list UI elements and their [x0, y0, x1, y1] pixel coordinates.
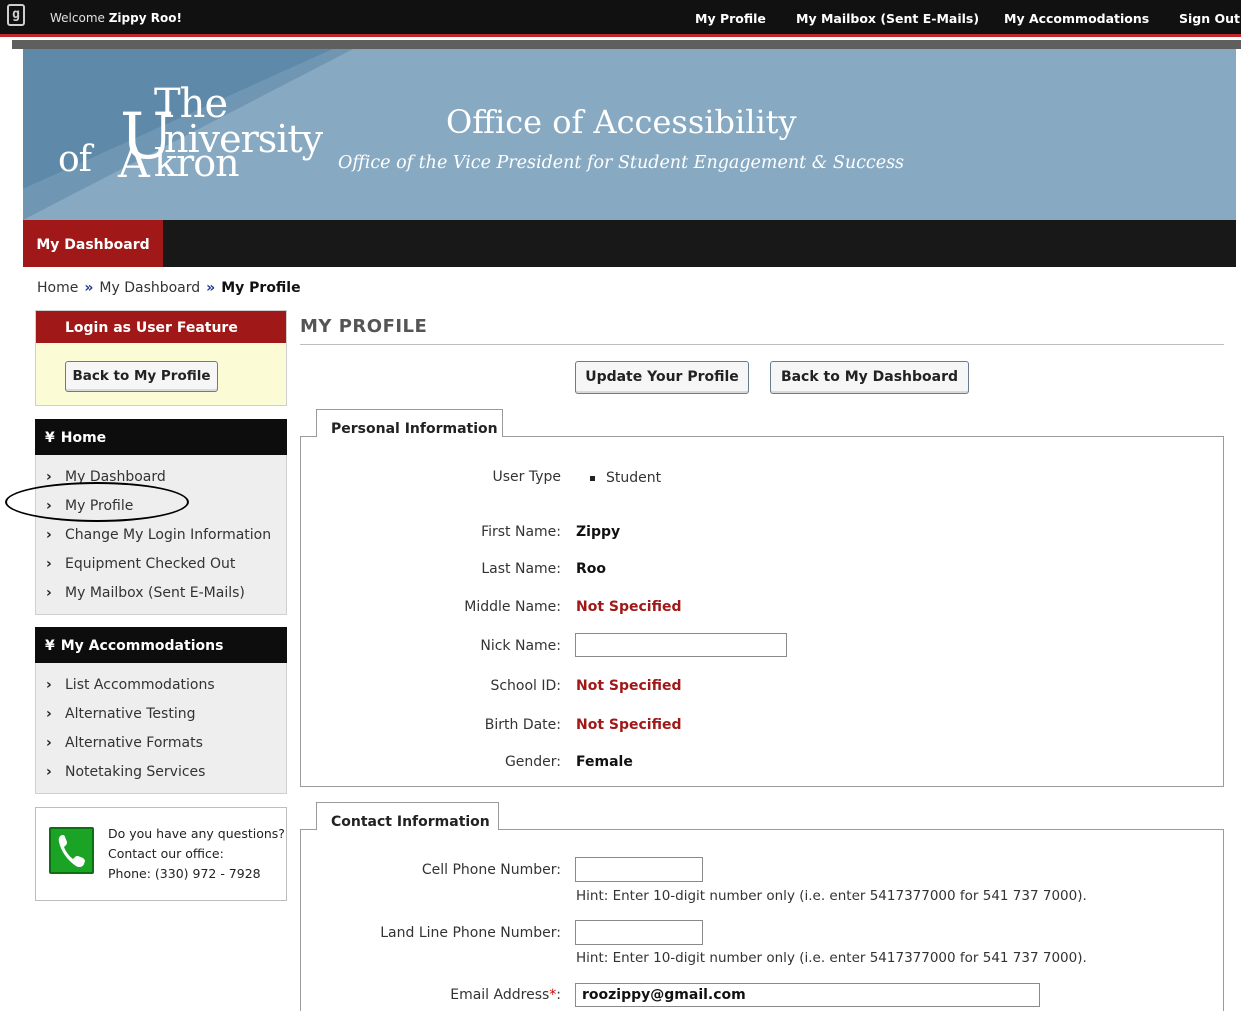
middle-name-label: Middle Name:: [464, 599, 561, 615]
accommodations-menu-header[interactable]: ¥ My Accommodations: [35, 627, 287, 663]
double-chevron-down-icon: ¥: [45, 430, 55, 446]
breadcrumb-separator-icon: »: [84, 280, 94, 296]
last-name-value: Roo: [576, 561, 607, 577]
land-line-label: Land Line Phone Number:: [380, 925, 561, 941]
office-phone-number: Phone: (330) 972 - 7928: [108, 866, 261, 881]
middle-name-value: Not Specified: [576, 599, 682, 615]
top-link-my-mailbox[interactable]: My Mailbox (Sent E-Mails): [796, 11, 979, 26]
chevron-right-icon: ›: [46, 735, 52, 751]
back-to-my-dashboard-button[interactable]: Back to My Dashboard: [770, 361, 969, 394]
office-subtitle: Office of the Vice President for Student…: [338, 153, 905, 173]
welcome-message: Welcome Zippy Roo!: [50, 11, 182, 25]
nick-name-input[interactable]: [575, 633, 787, 657]
chevron-right-icon: ›: [46, 498, 52, 514]
top-link-my-accommodations[interactable]: My Accommodations: [1004, 11, 1149, 26]
personal-information-section: [300, 436, 1224, 787]
user-name: Zippy Roo!: [108, 11, 182, 25]
accommodations-menu-list: › List Accommodations › Alternative Testin…: [35, 663, 287, 794]
contact-text: Do you have any questions? Contact our o…: [108, 824, 285, 884]
birth-date-value: Not Specified: [576, 717, 682, 733]
top-link-sign-out[interactable]: Sign Out: [1179, 11, 1240, 26]
chevron-right-icon: ›: [46, 706, 52, 722]
user-type-label: User Type: [492, 469, 561, 485]
sidebar-item-my-profile[interactable]: › My Profile: [36, 492, 286, 521]
breadcrumb-dashboard[interactable]: My Dashboard: [99, 280, 200, 296]
cell-phone-label: Cell Phone Number:: [421, 862, 561, 878]
app-logo-icon[interactable]: g: [7, 4, 25, 26]
header-divider-strip: [12, 40, 1241, 49]
top-bar: g Welcome Zippy Roo! My Profile My Mailb…: [0, 0, 1241, 37]
sidebar-item-my-dashboard[interactable]: › My Dashboard: [36, 463, 286, 492]
chevron-right-icon: ›: [46, 677, 52, 693]
personal-information-title: Personal Information: [316, 409, 503, 437]
page-title: MY PROFILE: [300, 316, 428, 337]
sidebar-item-alternative-formats[interactable]: › Alternative Formats: [36, 729, 286, 758]
first-name-label: First Name:: [481, 524, 561, 540]
update-your-profile-button[interactable]: Update Your Profile: [575, 361, 749, 394]
nav-tab-my-dashboard[interactable]: My Dashboard: [23, 220, 163, 267]
land-line-hint: Hint: Enter 10-digit number only (i.e. e…: [576, 950, 1087, 966]
home-menu-header[interactable]: ¥ Home: [35, 419, 287, 455]
back-to-my-profile-button[interactable]: Back to My Profile: [65, 361, 218, 392]
banner: The U niversity of A kron Office of Acce…: [23, 49, 1236, 220]
gender-value: Female: [576, 754, 633, 770]
cell-phone-hint: Hint: Enter 10-digit number only (i.e. e…: [576, 888, 1087, 904]
main-nav: My Dashboard: [23, 220, 1236, 267]
welcome-prefix: Welcome: [50, 11, 105, 25]
top-link-my-profile[interactable]: My Profile: [695, 11, 766, 26]
sidebar-item-alternative-testing[interactable]: › Alternative Testing: [36, 700, 286, 729]
breadcrumb-current: My Profile: [221, 280, 301, 296]
chevron-right-icon: ›: [46, 556, 52, 572]
email-input[interactable]: [575, 983, 1040, 1007]
contact-information-title: Contact Information: [316, 802, 499, 830]
birth-date-label: Birth Date:: [484, 717, 561, 733]
cell-phone-input[interactable]: [575, 857, 703, 882]
sidebar-item-notetaking[interactable]: › Notetaking Services: [36, 758, 286, 787]
double-chevron-down-icon: ¥: [45, 638, 55, 654]
chevron-right-icon: ›: [46, 764, 52, 780]
chevron-right-icon: ›: [46, 527, 52, 543]
home-menu: ¥ Home › My Dashboard › My Profile › Change …: [35, 419, 287, 615]
school-id-label: School ID:: [490, 678, 561, 694]
accommodations-menu-title: My Accommodations: [60, 638, 224, 654]
accommodations-menu: ¥ My Accommodations › List Accommodations …: [35, 627, 287, 794]
last-name-label: Last Name:: [481, 561, 561, 577]
first-name-value: Zippy: [576, 524, 621, 540]
home-menu-list: › My Dashboard › My Profile › Change My Log…: [35, 455, 287, 615]
login-as-user-box: Login as User Feature Back to My Profile: [35, 310, 287, 406]
sidebar-item-equipment[interactable]: › Equipment Checked Out: [36, 550, 286, 579]
nick-name-label: Nick Name:: [480, 638, 561, 654]
login-as-user-title: Login as User Feature: [36, 311, 286, 343]
school-id-value: Not Specified: [576, 678, 682, 694]
title-divider: [300, 344, 1224, 345]
email-label: Email Address*:: [450, 987, 561, 1003]
sidebar-item-change-login[interactable]: › Change My Login Information: [36, 521, 286, 550]
chevron-right-icon: ›: [46, 469, 52, 485]
user-type-value: Student: [606, 470, 662, 486]
home-menu-title: Home: [60, 430, 107, 446]
university-logo[interactable]: The U niversity of A kron: [58, 79, 323, 188]
breadcrumb-home[interactable]: Home: [37, 280, 78, 296]
sidebar-item-mailbox[interactable]: › My Mailbox (Sent E-Mails): [36, 579, 286, 608]
land-line-input[interactable]: [575, 920, 703, 945]
contact-office-box: Do you have any questions? Contact our o…: [35, 807, 287, 901]
breadcrumb-separator-icon: »: [206, 280, 216, 296]
sidebar-item-list-accommodations[interactable]: › List Accommodations: [36, 671, 286, 700]
chevron-right-icon: ›: [46, 585, 52, 601]
bullet-icon: [590, 476, 595, 481]
office-title: Office of Accessibility: [446, 103, 797, 141]
gender-label: Gender:: [504, 754, 561, 770]
breadcrumb: Home » My Dashboard » My Profile: [37, 280, 301, 296]
phone-icon: [49, 827, 94, 874]
